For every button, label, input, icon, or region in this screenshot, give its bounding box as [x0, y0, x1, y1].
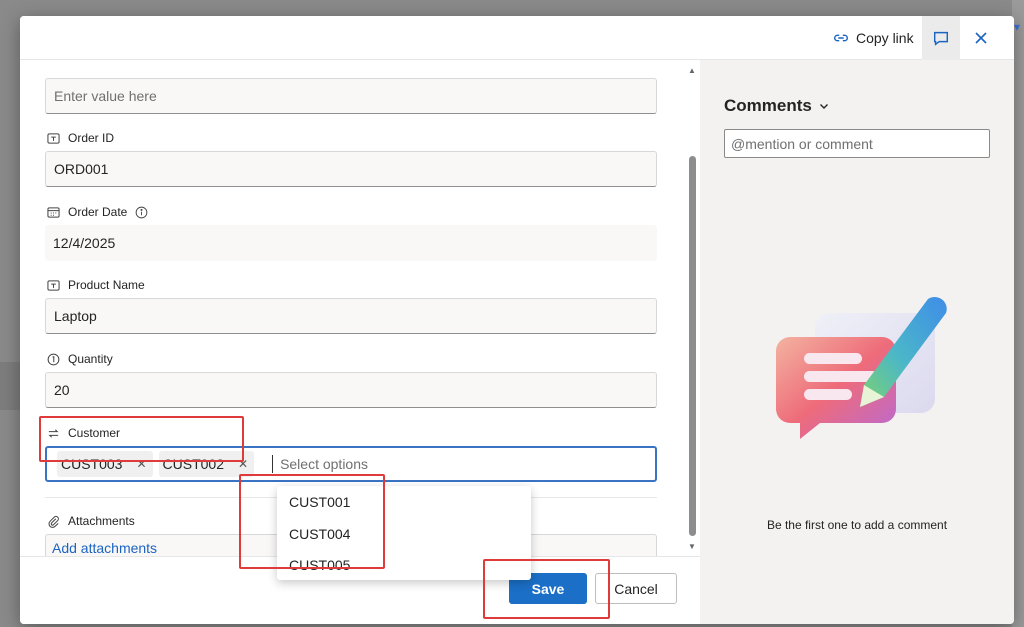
text-field-icon [47, 132, 60, 144]
product-name-input[interactable]: Laptop [45, 298, 657, 334]
customer-chip: CUST002 ✕ [158, 451, 255, 477]
text-field-icon [47, 279, 60, 291]
number-icon [47, 353, 60, 365]
form-scrollbar[interactable]: ▲ ▼ [684, 60, 700, 556]
customer-select-placeholder[interactable]: Select options [280, 456, 368, 472]
customer-chip-label: CUST002 [162, 456, 224, 472]
link-icon [834, 34, 848, 42]
close-button[interactable] [964, 16, 998, 60]
close-icon [975, 32, 987, 44]
dropdown-option[interactable]: CUST001 [289, 494, 350, 510]
order-date-label-text: Order Date [68, 205, 128, 219]
calendar-icon [47, 206, 60, 218]
top-field-input[interactable]: Enter value here [45, 78, 657, 114]
scroll-thumb[interactable] [689, 156, 696, 536]
dropdown-option[interactable]: CUST005 [289, 557, 350, 573]
customer-label-text: Customer [68, 426, 121, 440]
comments-title-text: Comments [724, 96, 812, 115]
comment-illustration [776, 296, 947, 439]
empty-comments-message: Be the first one to add a comment [766, 518, 948, 532]
customer-label: Customer [47, 425, 120, 441]
paperclip-icon [48, 515, 59, 528]
order-id-label-text: Order ID [68, 131, 115, 145]
remove-chip-icon[interactable]: ✕ [238, 457, 248, 471]
lookup-icon [48, 428, 59, 438]
cancel-button[interactable]: Cancel [595, 573, 677, 604]
remove-chip-icon[interactable]: ✕ [136, 457, 146, 471]
comments-panel: Comments @mention or comment Be the firs… [700, 60, 1014, 624]
order-id-input[interactable]: ORD001 [45, 151, 657, 187]
attachments-label: Attachments [47, 513, 135, 529]
quantity-input[interactable]: 20 [45, 372, 657, 408]
dialog-topbar: Copy link [20, 16, 1014, 60]
info-icon [136, 206, 148, 218]
scroll-down-icon[interactable]: ▼ [688, 542, 696, 551]
dropdown-option[interactable]: CUST004 [289, 526, 350, 542]
product-name-label: Product Name [47, 277, 145, 293]
comment-toggle-button[interactable] [922, 16, 960, 60]
comments-title[interactable]: Comments [724, 96, 830, 116]
customer-chip: CUST003 ✕ [57, 451, 153, 477]
customer-multi-select[interactable]: CUST003 ✕ CUST002 ✕ Select options [45, 446, 657, 482]
order-id-label: Order ID [47, 130, 114, 146]
edit-item-dialog: Copy link Enter value here Order ID ORD0… [20, 16, 1014, 624]
quantity-label: Quantity [47, 351, 113, 367]
comment-icon [933, 31, 949, 46]
copy-link-button[interactable]: Copy link [832, 26, 914, 50]
quantity-label-text: Quantity [68, 352, 113, 366]
customer-options-dropdown: CUST001 CUST004 CUST005 [277, 486, 531, 580]
backdrop-strip [0, 362, 22, 410]
order-date-label: Order Date [47, 204, 148, 220]
text-cursor [272, 455, 274, 473]
product-name-label-text: Product Name [68, 278, 145, 292]
copy-link-label: Copy link [856, 30, 914, 46]
backdrop-arrow-icon: ▾ [1014, 20, 1021, 34]
customer-chip-label: CUST003 [61, 456, 123, 472]
form-area: Enter value here Order ID ORD001 Order D… [20, 60, 700, 556]
comment-input[interactable]: @mention or comment [724, 129, 990, 158]
chevron-down-icon [819, 104, 828, 109]
scroll-up-icon[interactable]: ▲ [688, 66, 696, 75]
attachments-label-text: Attachments [68, 514, 135, 528]
order-date-input[interactable]: 12/4/2025 [45, 225, 657, 261]
